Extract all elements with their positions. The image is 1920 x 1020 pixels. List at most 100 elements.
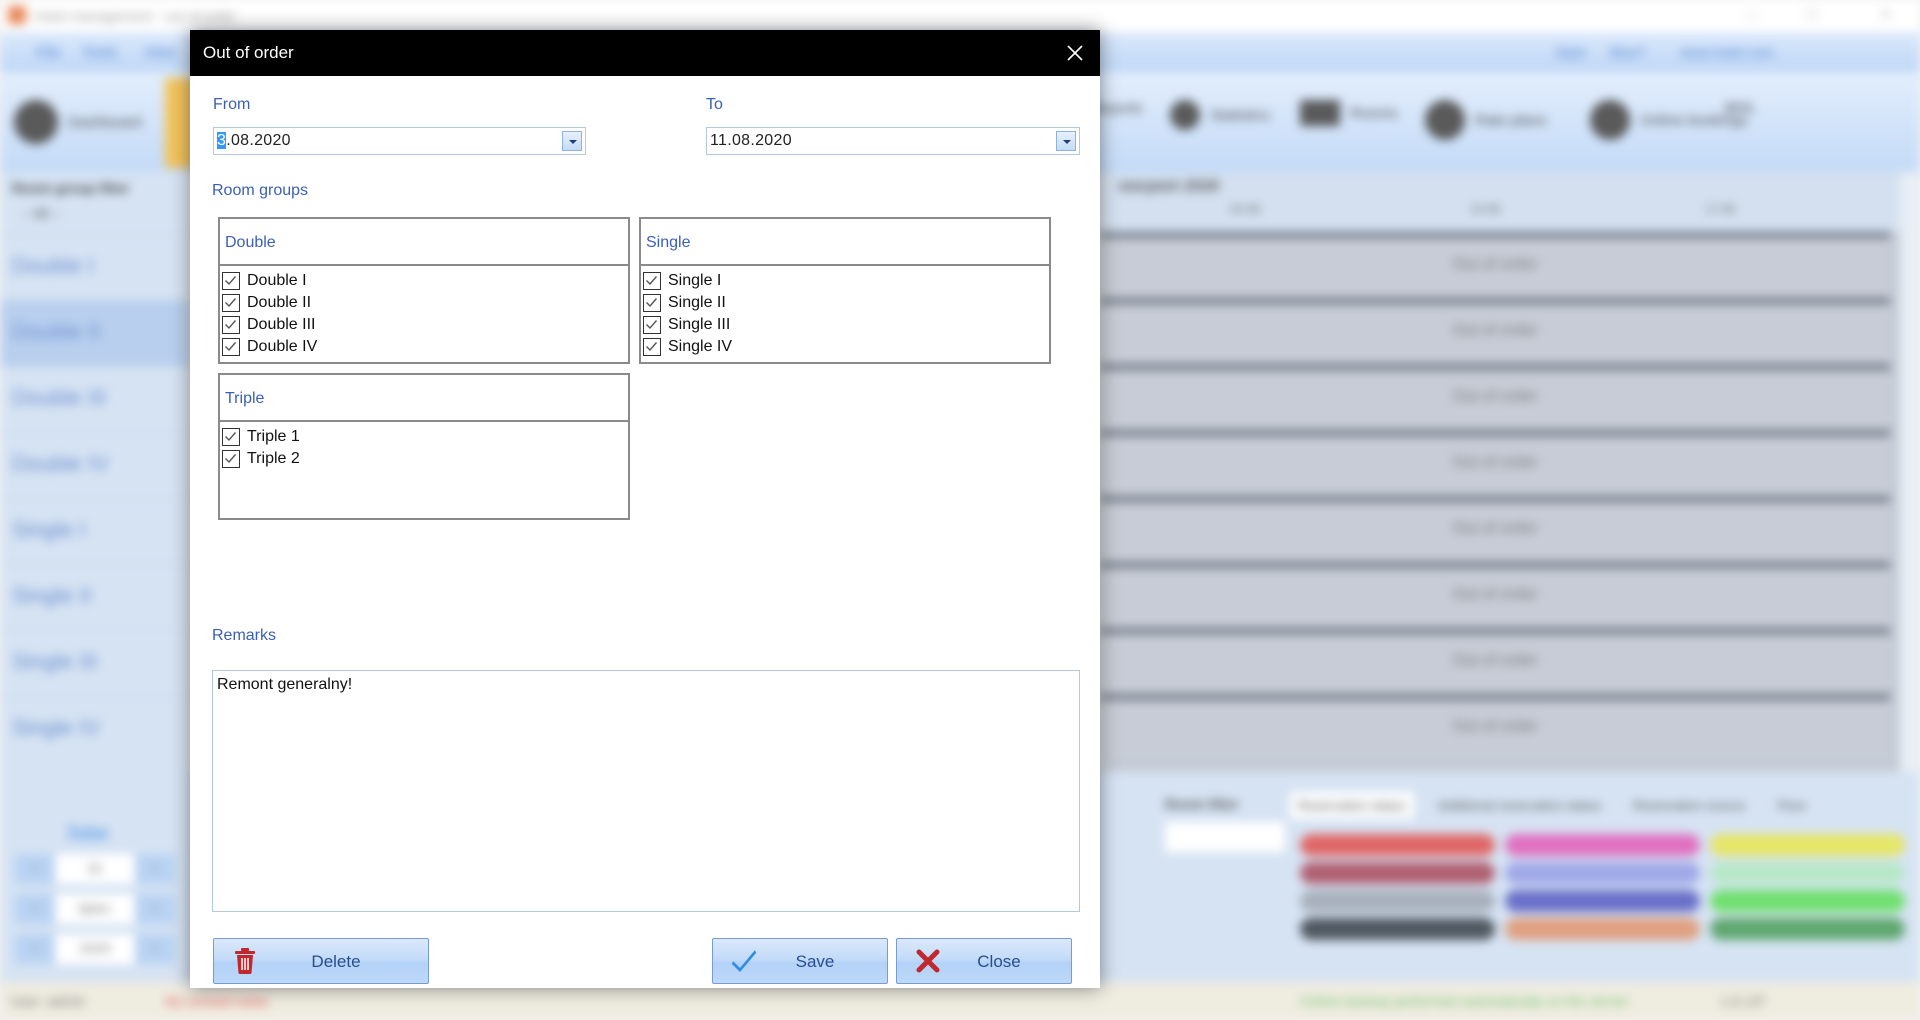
ribbon-label: Statistics [1210,106,1271,124]
checkbox[interactable] [222,450,240,468]
menu-website[interactable]: www.hotel.com [1680,44,1774,60]
to-date-value[interactable]: 11.08.2020 [710,132,792,150]
checkbox[interactable] [643,338,661,356]
menu-style[interactable]: Style [1555,44,1586,60]
out-of-order-bar[interactable]: Out of order [1100,430,1890,496]
legend-color-pill [1710,918,1905,940]
remarks-textarea[interactable] [212,670,1080,912]
checkbox[interactable] [643,272,661,290]
year-stepper[interactable]: ‹ 2020 › [15,934,175,964]
checkbox-label: Double I [247,272,307,289]
menu-tools[interactable]: Tools [82,44,117,61]
ribbon-rate-plans[interactable]: Rate plans [1425,100,1547,140]
group-box-triple: Triple Triple 1 Triple 2 [218,373,630,520]
ribbon-bpa[interactable]: BPA [1725,100,1754,117]
room-row[interactable]: Single I [0,498,190,564]
checkbox[interactable] [222,272,240,290]
room-row[interactable]: Double I [0,234,190,300]
menu-theme[interactable]: Blue? [1610,44,1646,60]
ribbon-statistics[interactable]: Statistics [1170,100,1270,130]
room-checkbox-row[interactable]: Triple 1 [222,426,626,448]
legend-tab[interactable]: Additional reservation status [1430,792,1609,819]
checkbox[interactable] [222,316,240,334]
room-row[interactable]: Double II [0,300,190,366]
check-icon [646,298,658,308]
legend-tab[interactable]: Reservation status [1290,792,1414,819]
room-checkbox-row[interactable]: Single III [643,314,1047,336]
room-row[interactable]: Single II [0,564,190,630]
from-dropdown-button[interactable] [562,131,582,151]
from-date-picker[interactable]: 3.08.2020 [213,127,586,155]
day-stepper[interactable]: ‹ 31 › [15,854,175,884]
checkbox[interactable] [643,294,661,312]
minimize-icon[interactable]: — [1745,6,1759,22]
out-of-order-bar[interactable]: Out of order [1100,298,1890,364]
dialog-close-button[interactable] [1060,38,1090,68]
menu-file[interactable]: File [36,44,60,61]
checkbox-label: Single IV [668,338,733,355]
to-date-picker[interactable]: 11.08.2020 [706,127,1080,155]
room-filter-input[interactable] [1165,822,1285,852]
calendar-scrollbar[interactable] [1900,172,1920,772]
room-checkbox-row[interactable]: Single I [643,270,1047,292]
ribbon-dashboard[interactable]: Dashboard [14,100,141,144]
checkbox-label: Single I [668,272,722,289]
menu-view[interactable]: View [144,44,176,61]
app-window-title: Hotel management - out of order [34,8,237,24]
calendar-day: 03.08 [1230,202,1261,216]
room-row[interactable]: Single III [0,630,190,696]
room-list-panel: Room group filter -- All -- Double I Doub… [0,172,190,772]
delete-button[interactable]: Delete [213,938,429,984]
out-of-order-bar[interactable]: Out of order [1100,496,1890,562]
out-of-order-bar[interactable]: Out of order [1100,232,1890,298]
window-close-icon[interactable]: ✕ [1880,6,1892,23]
checkbox-label: Double II [247,294,312,311]
room-row[interactable]: Double IV [0,432,190,498]
check-icon [225,342,237,352]
room-checkbox-row[interactable]: Double IV [222,336,626,358]
out-of-order-bar[interactable]: Out of order [1100,364,1890,430]
legend-color-pill [1505,834,1700,856]
dialog-title: Out of order [203,43,294,62]
checkbox[interactable] [222,338,240,356]
room-row[interactable]: Single IV [0,696,190,762]
month-stepper[interactable]: ‹ lipiec › [15,894,175,924]
legend-tab[interactable]: Reservation source [1625,792,1753,819]
ribbon-online-bookings[interactable]: Online bookings [1590,100,1748,140]
legend-color-pill [1710,862,1905,884]
checkbox-label: Single III [668,316,731,333]
save-button[interactable]: Save [712,938,888,984]
ribbon-label: BPA [1725,100,1754,117]
room-checkbox-row[interactable]: Double III [222,314,626,336]
maximize-icon[interactable]: ☐ [1805,6,1818,23]
room-checkbox-row[interactable]: Double II [222,292,626,314]
room-row[interactable]: Double III [0,366,190,432]
legend-color-pill [1300,834,1495,856]
out-of-order-bar[interactable]: Out of order [1100,694,1890,760]
to-label: To [706,96,723,113]
close-button-label: Close [977,952,1021,971]
legend-tab[interactable]: Floor [1769,792,1815,819]
group-title: Triple [225,390,265,407]
group-title: Single [646,234,691,251]
checkbox[interactable] [643,316,661,334]
room-filter-label: Room filter [1165,796,1239,812]
checkbox[interactable] [222,428,240,446]
close-button[interactable]: Close [896,938,1072,984]
ribbon-label: Rate plans [1475,111,1547,129]
from-date-value[interactable]: 3.08.2020 [217,132,291,150]
today-link[interactable]: Today [66,824,109,842]
statistics-icon [1170,100,1200,130]
room-checkbox-row[interactable]: Triple 2 [222,448,626,470]
to-dropdown-button[interactable] [1056,131,1076,151]
out-of-order-bar[interactable]: Out of order [1100,628,1890,694]
checkbox[interactable] [222,294,240,312]
room-checkbox-row[interactable]: Single IV [643,336,1047,358]
room-group-filter-select[interactable]: -- All -- [22,206,60,221]
status-version: 1.8.137 [1720,993,1767,1009]
room-checkbox-row[interactable]: Double I [222,270,626,292]
check-icon [646,342,658,352]
room-checkbox-row[interactable]: Single II [643,292,1047,314]
out-of-order-bar[interactable]: Out of order [1100,562,1890,628]
ribbon-rooms[interactable]: Rooms [1300,100,1398,126]
